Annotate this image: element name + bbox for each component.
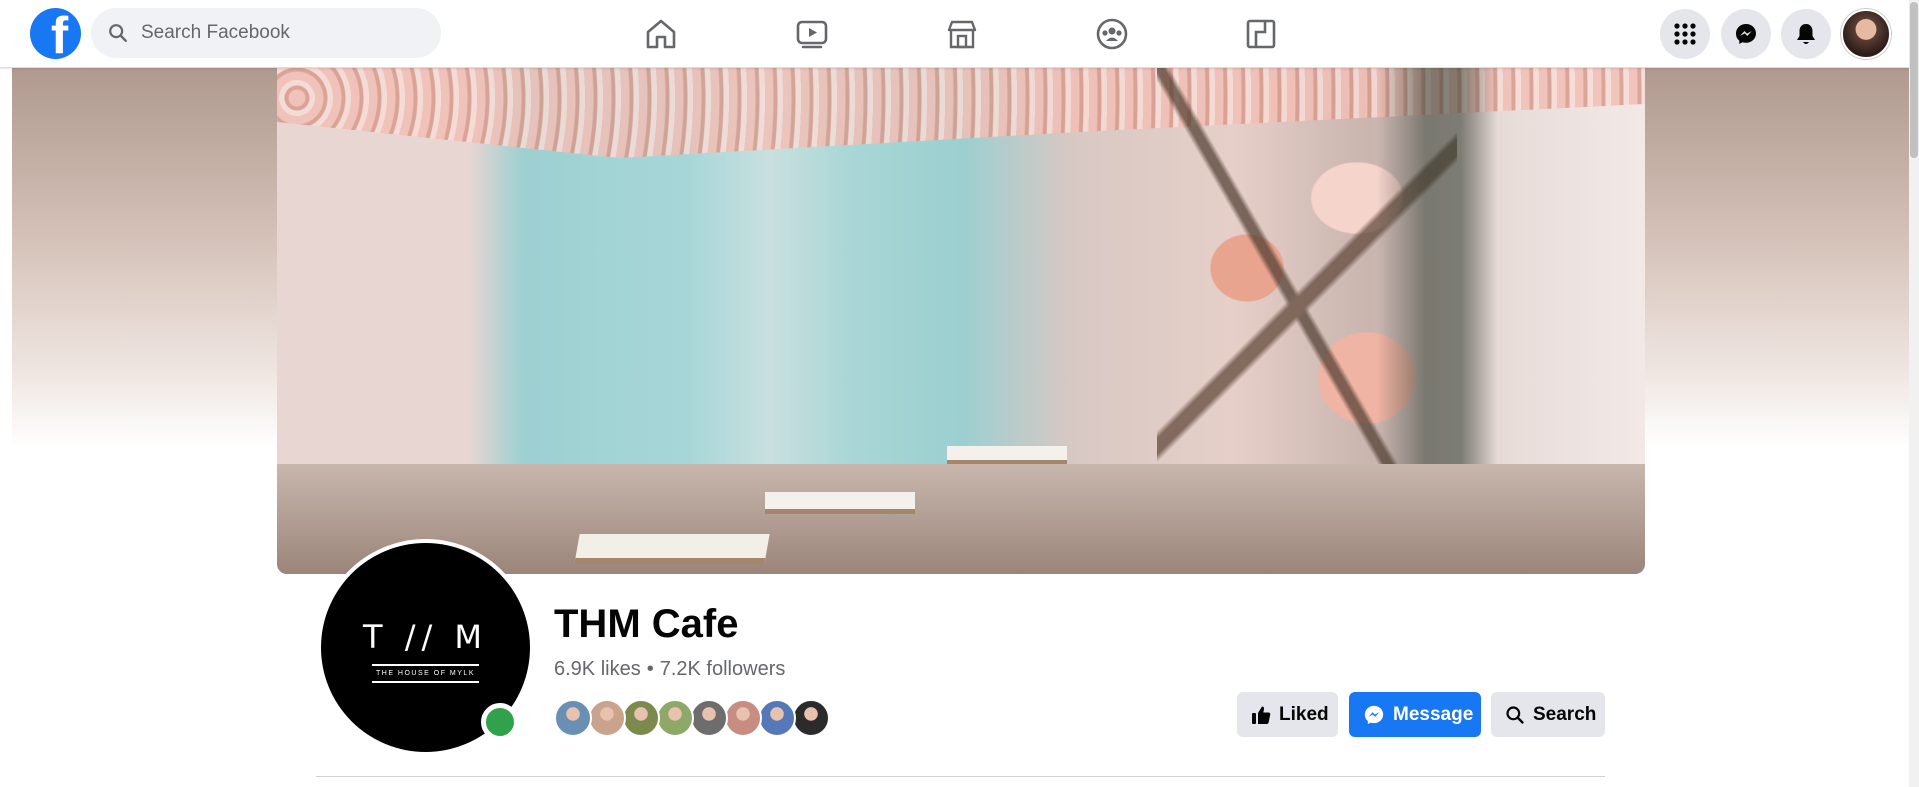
search-icon bbox=[109, 24, 127, 42]
home-icon[interactable] bbox=[641, 14, 681, 54]
liked-button[interactable]: Liked bbox=[1237, 692, 1338, 737]
search-icon bbox=[1506, 705, 1524, 724]
section-divider bbox=[316, 776, 1605, 777]
separator-dot: • bbox=[646, 658, 654, 680]
search-page-button[interactable]: Search bbox=[1491, 692, 1605, 737]
friend-avatar[interactable] bbox=[622, 699, 660, 737]
friend-avatar[interactable] bbox=[588, 699, 626, 737]
search-box[interactable] bbox=[91, 8, 441, 58]
friends-who-like-list bbox=[554, 699, 830, 737]
friend-avatar[interactable] bbox=[792, 699, 830, 737]
friend-avatar[interactable] bbox=[724, 699, 762, 737]
online-status-dot bbox=[481, 703, 519, 741]
gaming-icon[interactable] bbox=[1241, 14, 1281, 54]
logo-subtext: THE HOUSE OF MYLK bbox=[371, 664, 479, 683]
page-stats: 6.9K likes • 7.2K followers bbox=[554, 658, 785, 681]
page-title: THM Cafe bbox=[554, 602, 739, 646]
page-scrollbar[interactable] bbox=[1909, 0, 1919, 787]
message-button[interactable]: Message bbox=[1349, 692, 1481, 737]
scrollbar-thumb[interactable] bbox=[1910, 2, 1918, 158]
likes-count[interactable]: 6.9K likes bbox=[554, 658, 641, 680]
friend-avatar[interactable] bbox=[690, 699, 728, 737]
search-label: Search bbox=[1533, 703, 1597, 725]
watch-icon[interactable] bbox=[792, 14, 832, 54]
menu-grid-icon[interactable] bbox=[1660, 9, 1710, 59]
friend-avatar[interactable] bbox=[554, 699, 592, 737]
messenger-icon bbox=[1364, 705, 1384, 724]
messenger-icon[interactable] bbox=[1721, 9, 1771, 59]
followers-count[interactable]: 7.2K followers bbox=[660, 658, 786, 680]
marketplace-icon[interactable] bbox=[942, 14, 982, 54]
facebook-logo-icon[interactable]: f bbox=[30, 8, 81, 59]
account-avatar[interactable] bbox=[1841, 9, 1891, 59]
thumbs-up-icon bbox=[1252, 706, 1271, 724]
search-input[interactable] bbox=[141, 22, 431, 44]
friend-avatar[interactable] bbox=[758, 699, 796, 737]
logo-text: T // M bbox=[362, 618, 489, 656]
notifications-icon[interactable] bbox=[1781, 9, 1831, 59]
groups-icon[interactable] bbox=[1092, 14, 1132, 54]
friend-avatar[interactable] bbox=[656, 699, 694, 737]
message-label: Message bbox=[1393, 703, 1474, 725]
liked-label: Liked bbox=[1279, 703, 1329, 725]
cover-photo[interactable] bbox=[277, 68, 1645, 574]
top-navigation-bar: f bbox=[0, 0, 1909, 68]
